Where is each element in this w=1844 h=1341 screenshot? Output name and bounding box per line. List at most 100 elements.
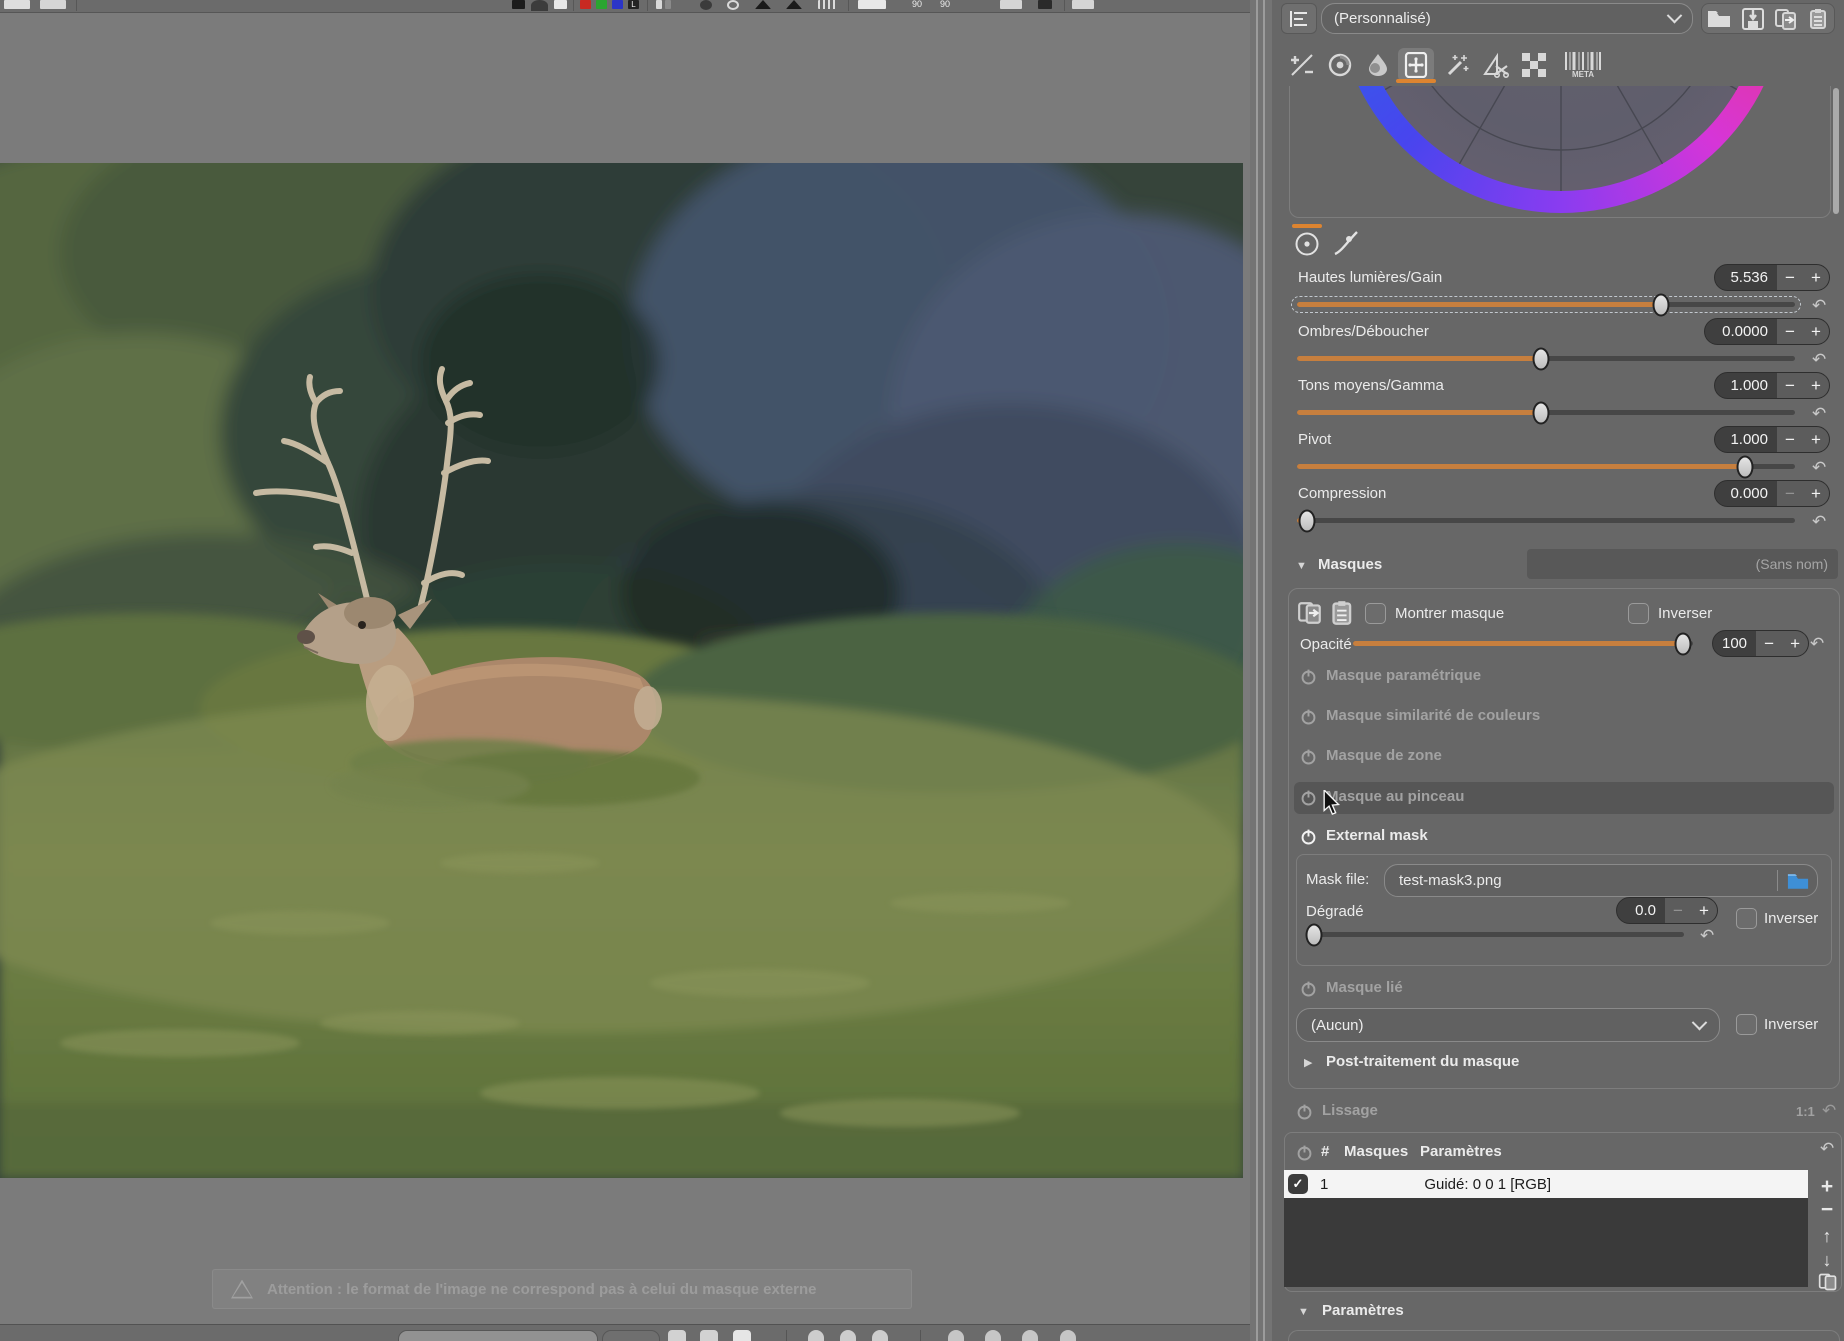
- add-mask-button[interactable]: +: [1816, 1177, 1838, 1197]
- spinbox-compression[interactable]: 0.000 −+: [1714, 480, 1830, 507]
- toolbar-icon[interactable]: [1072, 0, 1094, 9]
- reset-icon[interactable]: ↶: [1812, 459, 1826, 476]
- plus-button[interactable]: +: [1811, 322, 1821, 342]
- tab-metadata[interactable]: META: [1560, 48, 1606, 82]
- minus-button[interactable]: −: [1785, 268, 1795, 288]
- bottom-button[interactable]: [602, 1330, 660, 1341]
- tab-local-editing-selected[interactable]: [1398, 48, 1434, 82]
- minus-button[interactable]: −: [1785, 376, 1795, 396]
- reset-icon[interactable]: ↶: [1812, 513, 1826, 530]
- save-icon[interactable]: [1742, 8, 1764, 30]
- color-wheel-panel[interactable]: [1289, 86, 1831, 218]
- bottom-icon[interactable]: [948, 1330, 964, 1341]
- lissage-section-title[interactable]: Lissage: [1322, 1102, 1378, 1119]
- tab-transform[interactable]: [1478, 48, 1514, 82]
- power-icon[interactable]: [1296, 1103, 1313, 1120]
- parametres-section-title[interactable]: Paramètres: [1322, 1302, 1404, 1319]
- spin-value[interactable]: 0.000: [1715, 481, 1777, 506]
- mask-file-field[interactable]: test-mask3.png: [1384, 864, 1818, 897]
- show-mask-checkbox[interactable]: [1365, 603, 1386, 624]
- spin-value[interactable]: 0.0: [1617, 898, 1665, 923]
- linked-mask-dropdown[interactable]: (Aucun): [1296, 1008, 1720, 1042]
- spinbox-shadows[interactable]: 0.0000 −+: [1704, 318, 1830, 345]
- bottom-icon[interactable]: [840, 1330, 856, 1341]
- shadow-clip-icon[interactable]: [755, 0, 771, 9]
- row-enabled-checkbox[interactable]: ✓: [1288, 1174, 1308, 1194]
- toolbar-icon[interactable]: [40, 0, 66, 9]
- bottom-icon[interactable]: [733, 1330, 751, 1341]
- browse-folder-icon[interactable]: [1787, 872, 1809, 890]
- tab-color[interactable]: [1322, 48, 1358, 82]
- feather-spinbox[interactable]: 0.0 −+: [1616, 897, 1718, 924]
- power-icon[interactable]: [1300, 708, 1317, 725]
- plus-button[interactable]: +: [1811, 268, 1821, 288]
- spinbox-highlights[interactable]: 5.536 −+: [1714, 264, 1830, 291]
- plus-button[interactable]: +: [1811, 430, 1821, 450]
- spin-value[interactable]: 1.000: [1715, 373, 1777, 398]
- linked-mask-title[interactable]: Masque lié: [1326, 979, 1403, 996]
- slider-knob[interactable]: [1305, 923, 1322, 946]
- blue-channel-icon[interactable]: [612, 0, 623, 9]
- move-up-button[interactable]: ↑: [1816, 1226, 1838, 1246]
- plus-button[interactable]: +: [1811, 376, 1821, 396]
- paste-profile-icon[interactable]: [1809, 8, 1829, 30]
- reset-icon[interactable]: ↶: [1812, 405, 1826, 422]
- minus-button[interactable]: −: [1673, 901, 1683, 921]
- slider-pivot[interactable]: [1297, 464, 1795, 469]
- plus-button[interactable]: +: [1790, 634, 1800, 654]
- bottom-icon[interactable]: [808, 1330, 824, 1341]
- mask-type-area[interactable]: Masque de zone: [1326, 747, 1442, 764]
- minus-button[interactable]: −: [1785, 484, 1795, 504]
- reset-icon[interactable]: ↶: [1820, 1140, 1834, 1157]
- masques-section-title[interactable]: Masques: [1318, 556, 1382, 573]
- curve-mode-icon[interactable]: [1332, 229, 1360, 257]
- post-processing-title[interactable]: Post-traitement du masque: [1326, 1053, 1519, 1070]
- slider-knob[interactable]: [1533, 347, 1550, 370]
- reset-icon[interactable]: ↶: [1810, 635, 1824, 652]
- bottom-icon[interactable]: [872, 1330, 888, 1341]
- reset-icon[interactable]: ↶: [1822, 1102, 1836, 1119]
- opacity-slider[interactable]: [1353, 641, 1693, 646]
- spinbox-midtones[interactable]: 1.000 −+: [1714, 372, 1830, 399]
- tab-raw[interactable]: [1516, 48, 1552, 82]
- bottom-icon[interactable]: [668, 1330, 686, 1341]
- slider-compression[interactable]: [1297, 518, 1795, 523]
- remove-mask-button[interactable]: −: [1816, 1200, 1838, 1220]
- minus-button[interactable]: −: [1785, 322, 1795, 342]
- spinbox-pivot[interactable]: 1.000 −+: [1714, 426, 1830, 453]
- expand-icon[interactable]: ▶: [1304, 1056, 1312, 1069]
- slider-knob[interactable]: [1298, 509, 1315, 532]
- power-icon[interactable]: [1296, 1144, 1313, 1161]
- copy-mask-icon[interactable]: [1297, 600, 1323, 626]
- mask-type-parametric[interactable]: Masque paramétrique: [1326, 667, 1481, 684]
- tab-details[interactable]: [1360, 48, 1396, 82]
- toolbar-icon[interactable]: [1038, 0, 1052, 9]
- luminance-channel-icon[interactable]: L: [628, 0, 639, 9]
- minus-button[interactable]: −: [1764, 634, 1774, 654]
- ring-icon[interactable]: [727, 0, 739, 10]
- slider-knob[interactable]: [1652, 293, 1669, 316]
- power-icon[interactable]: [1300, 668, 1317, 685]
- collapse-icon[interactable]: ▼: [1298, 1306, 1309, 1318]
- open-folder-icon[interactable]: [1707, 9, 1731, 28]
- image-preview-deer[interactable]: [0, 163, 1243, 1178]
- mask-type-brush[interactable]: Masque au pinceau: [1326, 788, 1464, 805]
- reset-icon[interactable]: ↶: [1812, 297, 1826, 314]
- slider-knob[interactable]: [1737, 455, 1754, 478]
- slider-shadows[interactable]: [1297, 356, 1795, 361]
- power-icon[interactable]: [1300, 789, 1317, 806]
- minus-button[interactable]: −: [1785, 430, 1795, 450]
- paste-mask-icon[interactable]: [1331, 600, 1355, 626]
- slider-highlights[interactable]: [1297, 302, 1795, 307]
- slider-knob[interactable]: [1533, 401, 1550, 424]
- panel-splitter[interactable]: [1250, 0, 1272, 1341]
- highlight-clip-icon[interactable]: [786, 0, 802, 9]
- invert-mask-checkbox[interactable]: [1628, 603, 1649, 624]
- black-point-icon[interactable]: [512, 0, 525, 9]
- profile-preset-dropdown[interactable]: (Personnalisé): [1321, 3, 1693, 34]
- feather-slider[interactable]: [1306, 932, 1684, 937]
- wheel-mode-icon[interactable]: [1294, 231, 1320, 257]
- power-icon[interactable]: [1300, 980, 1317, 997]
- bottom-icon[interactable]: [1022, 1330, 1038, 1341]
- external-invert-checkbox[interactable]: [1736, 908, 1757, 929]
